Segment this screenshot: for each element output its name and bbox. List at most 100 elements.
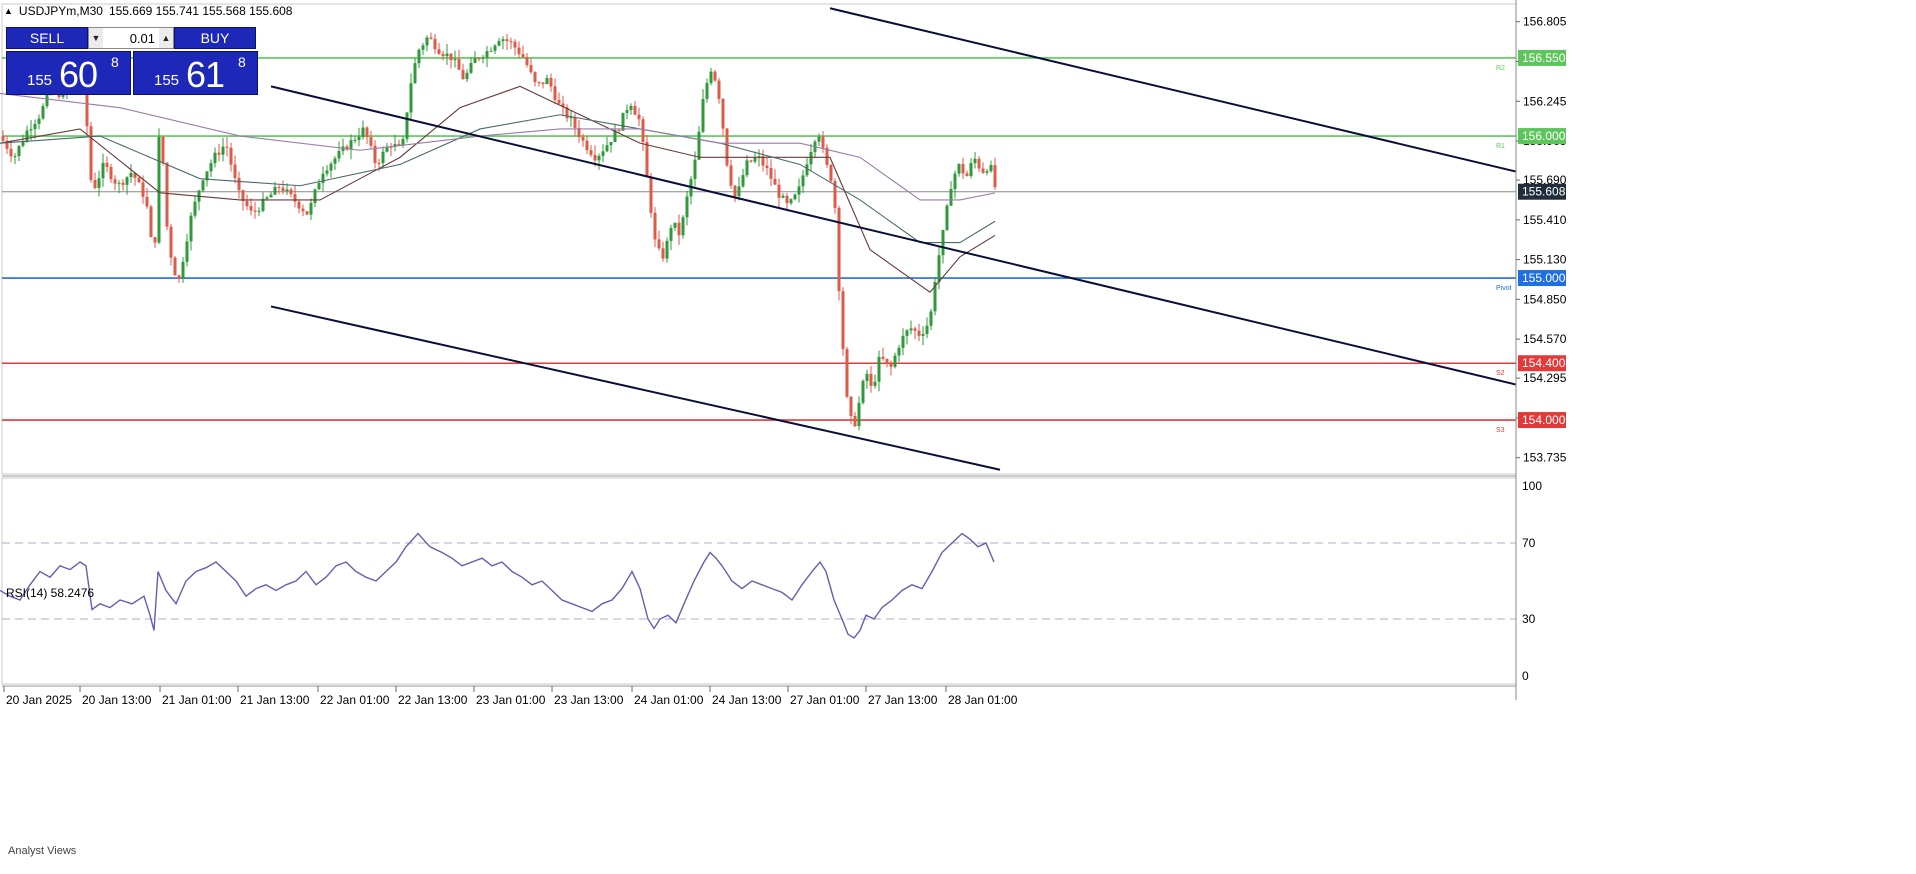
y-tick-label: 154.850 xyxy=(1523,292,1567,306)
buy-price[interactable]: 155 61 8 xyxy=(133,51,258,95)
candle-body xyxy=(137,177,141,183)
candle-body xyxy=(429,37,433,39)
buy-price-prefix: 155 xyxy=(154,72,180,89)
candle-body xyxy=(433,38,437,50)
candle-body xyxy=(785,195,789,204)
candle-body xyxy=(665,240,669,259)
y-tick-label: 155.410 xyxy=(1523,213,1567,227)
candle-body xyxy=(149,206,153,238)
candle-body xyxy=(289,189,293,195)
candle-body xyxy=(141,182,145,197)
candle-body xyxy=(629,105,633,110)
candle-body xyxy=(281,187,285,192)
candle-body xyxy=(625,109,629,113)
candle-body xyxy=(29,129,33,131)
candle-body xyxy=(909,328,913,331)
candle-body xyxy=(585,140,589,151)
candle-body xyxy=(477,58,481,60)
candle-body xyxy=(161,136,165,163)
candle-body xyxy=(637,114,641,120)
sell-price-big: 60 xyxy=(59,54,98,95)
candle-body xyxy=(661,248,665,259)
candle-body xyxy=(493,45,497,51)
candle-body xyxy=(461,69,465,80)
buy-button[interactable]: BUY xyxy=(174,27,256,49)
candle-body xyxy=(677,222,681,236)
candle-body xyxy=(325,170,329,174)
analyst-views-tab[interactable]: Analyst Views xyxy=(8,845,76,857)
lot-increase-icon[interactable]: ▲ xyxy=(159,28,173,48)
candle-body xyxy=(33,123,37,130)
candle-body xyxy=(529,65,533,73)
x-tick-label: 28 Jan 01:00 xyxy=(948,693,1018,707)
candle-body xyxy=(425,37,429,46)
candle-body xyxy=(401,138,405,146)
candle-body xyxy=(917,330,921,336)
y-tick-label: 153.735 xyxy=(1523,451,1567,465)
candle-body xyxy=(509,41,513,43)
candle-body xyxy=(681,217,685,236)
candle-body xyxy=(701,98,705,132)
candle-body xyxy=(213,152,217,164)
candle-body xyxy=(753,157,757,162)
candle-body xyxy=(733,185,737,197)
candle-body xyxy=(101,162,105,179)
candle-body xyxy=(249,206,253,211)
candle-body xyxy=(905,330,909,336)
candle-body xyxy=(309,202,313,215)
candle-body xyxy=(729,165,733,186)
candle-body xyxy=(929,311,933,326)
candle-body xyxy=(181,261,185,279)
ohlc-values: 155.669 155.741 155.568 155.608 xyxy=(108,4,293,18)
candle-body xyxy=(145,196,149,207)
candle-body xyxy=(317,183,321,190)
candle-body xyxy=(217,152,221,155)
candle-body xyxy=(721,98,725,129)
candle-body xyxy=(365,127,369,138)
candle-body xyxy=(921,334,925,336)
candle-body xyxy=(153,237,157,243)
candle-body xyxy=(305,211,309,215)
level-tag-s3: S3 xyxy=(1496,427,1505,434)
candle-body xyxy=(953,173,957,189)
sell-button[interactable]: SELL xyxy=(6,27,88,49)
candle-body xyxy=(897,347,901,356)
candle-body xyxy=(489,50,493,52)
candle-body xyxy=(993,165,997,188)
candle-body xyxy=(553,86,557,100)
candle-body xyxy=(541,82,545,85)
candle-body xyxy=(125,177,129,185)
y-tick-label: 154.295 xyxy=(1523,371,1567,385)
y-tick-label: 155.130 xyxy=(1523,253,1567,267)
candle-body xyxy=(773,178,777,185)
lot-size-input[interactable]: ▼ 0.01 ▲ xyxy=(88,27,174,49)
candle-body xyxy=(129,172,133,178)
candle-body xyxy=(473,58,477,64)
collapse-triangle-icon[interactable]: ▲ xyxy=(4,6,13,16)
candle-body xyxy=(557,99,561,104)
candle-body xyxy=(849,396,853,417)
candle-body xyxy=(269,194,273,198)
candle-body xyxy=(485,51,489,58)
candle-body xyxy=(749,160,753,162)
candle-body xyxy=(817,136,821,142)
lot-value[interactable]: 0.01 xyxy=(103,31,159,46)
candle-body xyxy=(821,136,825,148)
x-tick-label: 20 Jan 13:00 xyxy=(82,693,152,707)
chart-canvas[interactable]: R2R1PivotS2S3 156.805156.525156.245155.9… xyxy=(0,0,1916,874)
candle-body xyxy=(233,164,237,178)
candle-body xyxy=(633,105,637,115)
x-tick-label: 22 Jan 13:00 xyxy=(398,693,468,707)
lot-decrease-icon[interactable]: ▼ xyxy=(89,28,103,48)
rsi-plot[interactable] xyxy=(0,477,1517,685)
channel-line-1 xyxy=(270,305,1001,471)
candle-body xyxy=(273,186,277,195)
candle-body xyxy=(861,380,865,403)
candle-body xyxy=(465,72,469,80)
y-tick-label: 156.805 xyxy=(1523,15,1567,29)
candle-body xyxy=(209,163,213,172)
sell-price[interactable]: 155 60 8 xyxy=(6,51,131,95)
channel-line-2 xyxy=(270,85,1517,386)
candle-body xyxy=(525,57,529,66)
candle-body xyxy=(889,363,893,367)
